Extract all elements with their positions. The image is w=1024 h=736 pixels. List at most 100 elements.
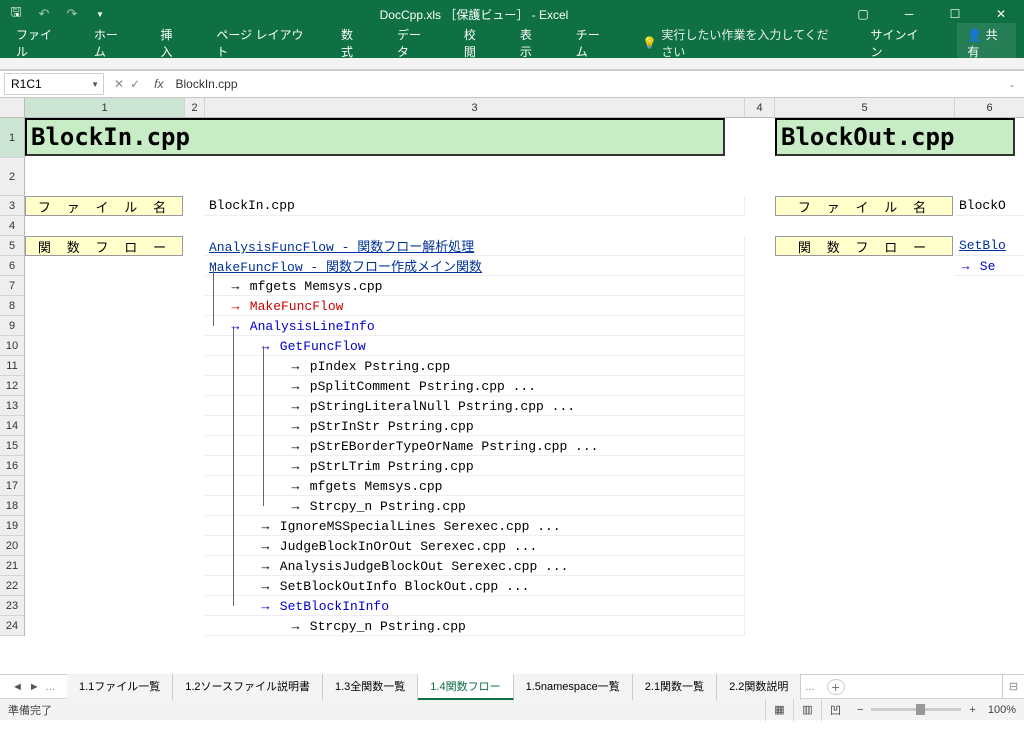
flow-label-right[interactable]: 関 数 フ ロ ー: [775, 236, 953, 256]
flow-item-r5[interactable]: SetBlo: [955, 236, 1024, 256]
flow-item[interactable]: → mfgets Memsys.cpp: [205, 476, 745, 496]
flow-item-r6[interactable]: → Se: [955, 256, 1024, 276]
accept-formula-icon[interactable]: ✓: [130, 77, 140, 91]
row-header[interactable]: 3: [0, 196, 24, 216]
new-sheet-button[interactable]: +: [827, 679, 845, 695]
row-header[interactable]: 14: [0, 416, 24, 436]
flow-item[interactable]: → pSplitComment Pstring.cpp ...: [205, 376, 745, 396]
share-button[interactable]: 👤 共有: [957, 23, 1016, 63]
tab-view[interactable]: 表示: [512, 20, 550, 66]
flow-item[interactable]: → pStrInStr Pstring.cpp: [205, 416, 745, 436]
column-header[interactable]: 4: [745, 98, 775, 117]
chevron-down-icon[interactable]: ▼: [91, 80, 103, 89]
row-header[interactable]: 5: [0, 236, 24, 256]
zoom-level[interactable]: 100%: [988, 704, 1016, 716]
zoom-in-icon[interactable]: +: [969, 704, 975, 716]
fx-icon[interactable]: fx: [146, 77, 171, 91]
flow-item[interactable]: → MakeFuncFlow: [205, 296, 745, 316]
sheet-nav-next-icon[interactable]: ►: [29, 681, 40, 693]
row-header[interactable]: 2: [0, 158, 24, 196]
flow-item[interactable]: → Strcpy_n Pstring.cpp: [205, 496, 745, 516]
undo-icon[interactable]: ↶: [36, 6, 52, 22]
tab-review[interactable]: 校閲: [456, 20, 494, 66]
flow-item[interactable]: → Strcpy_n Pstring.cpp: [205, 616, 745, 636]
sheet-tab[interactable]: 1.1ファイル一覧: [67, 674, 173, 700]
normal-view-icon[interactable]: ▦: [765, 699, 793, 721]
column-headers[interactable]: 123456: [25, 98, 1024, 118]
row-header[interactable]: 16: [0, 456, 24, 476]
sheet-tab[interactable]: 2.1関数一覧: [633, 674, 717, 700]
file-value[interactable]: BlockIn.cpp: [205, 196, 745, 216]
row-header[interactable]: 20: [0, 536, 24, 556]
redo-icon[interactable]: ↷: [64, 6, 80, 22]
row-header[interactable]: 8: [0, 296, 24, 316]
flow-item[interactable]: → SetBlockInInfo: [205, 596, 745, 616]
tab-formulas[interactable]: 数式: [333, 20, 371, 66]
sheet-tab[interactable]: 1.2ソースファイル説明書: [173, 674, 323, 700]
formula-input[interactable]: BlockIn.cpp: [171, 77, 1000, 91]
flow-item[interactable]: → IgnoreMSSpecialLines Serexec.cpp ...: [205, 516, 745, 536]
row-header[interactable]: 6: [0, 256, 24, 276]
file-value-right[interactable]: BlockO: [955, 196, 1024, 216]
tab-page-layout[interactable]: ページ レイアウト: [208, 20, 315, 66]
cancel-formula-icon[interactable]: ✕: [114, 77, 124, 91]
sign-in-link[interactable]: サインイン: [871, 26, 926, 60]
sheet-nav-first-icon[interactable]: ◄: [12, 681, 23, 693]
tab-data[interactable]: データ: [389, 20, 438, 66]
flow-item[interactable]: → pStrEBorderTypeOrName Pstring.cpp ...: [205, 436, 745, 456]
flow-item[interactable]: → GetFuncFlow: [205, 336, 745, 356]
row-header[interactable]: 1: [0, 118, 24, 158]
row-header[interactable]: 22: [0, 576, 24, 596]
row-header[interactable]: 13: [0, 396, 24, 416]
row-header[interactable]: 17: [0, 476, 24, 496]
title-block-right[interactable]: BlockOut.cpp: [775, 118, 1015, 156]
row-header[interactable]: 11: [0, 356, 24, 376]
page-break-view-icon[interactable]: 凹: [821, 699, 849, 721]
row-header[interactable]: 7: [0, 276, 24, 296]
row-header[interactable]: 15: [0, 436, 24, 456]
row-header[interactable]: 24: [0, 616, 24, 636]
name-box[interactable]: R1C1 ▼: [4, 73, 104, 95]
column-header[interactable]: 3: [205, 98, 745, 117]
flow-item[interactable]: → pStringLiteralNull Pstring.cpp ...: [205, 396, 745, 416]
tab-insert[interactable]: 挿入: [152, 20, 190, 66]
row-header[interactable]: 10: [0, 336, 24, 356]
tab-home[interactable]: ホーム: [86, 20, 135, 66]
row-header[interactable]: 23: [0, 596, 24, 616]
horizontal-scroll-icon[interactable]: ⊟: [1002, 675, 1024, 698]
file-label-right[interactable]: フ ァ イ ル 名: [775, 196, 953, 216]
page-layout-view-icon[interactable]: ▥: [793, 699, 821, 721]
sheet-tab[interactable]: 2.2関数説明: [717, 674, 801, 700]
flow-item[interactable]: → pIndex Pstring.cpp: [205, 356, 745, 376]
row-header[interactable]: 18: [0, 496, 24, 516]
tell-me-search[interactable]: 💡 実行したい作業を入力してください: [642, 26, 834, 60]
flow-label[interactable]: 関 数 フ ロ ー: [25, 236, 183, 256]
flow-item[interactable]: AnalysisFuncFlow - 関数フロー解析処理: [205, 236, 745, 256]
tab-file[interactable]: ファイル: [8, 20, 68, 66]
flow-item[interactable]: MakeFuncFlow - 関数フロー作成メイン関数: [205, 256, 745, 276]
zoom-out-icon[interactable]: −: [857, 704, 863, 716]
row-header[interactable]: 12: [0, 376, 24, 396]
row-header[interactable]: 9: [0, 316, 24, 336]
column-header[interactable]: 6: [955, 98, 1024, 117]
column-header[interactable]: 5: [775, 98, 955, 117]
flow-item[interactable]: → JudgeBlockInOrOut Serexec.cpp ...: [205, 536, 745, 556]
flow-item[interactable]: → mfgets Memsys.cpp: [205, 276, 745, 296]
row-header[interactable]: 21: [0, 556, 24, 576]
minimize-button[interactable]: ─: [886, 0, 932, 28]
row-header[interactable]: 4: [0, 216, 24, 236]
select-all-corner[interactable]: [0, 98, 25, 118]
ribbon-display-options[interactable]: ▢: [840, 7, 886, 21]
sheet-tab[interactable]: 1.5namespace一覧: [514, 674, 633, 700]
flow-item[interactable]: → SetBlockOutInfo BlockOut.cpp ...: [205, 576, 745, 596]
flow-item[interactable]: → pStrLTrim Pstring.cpp: [205, 456, 745, 476]
title-block-left[interactable]: BlockIn.cpp: [25, 118, 725, 156]
formula-expand-icon[interactable]: ⌄: [1000, 80, 1024, 89]
sheet-tab[interactable]: 1.3全関数一覧: [323, 674, 418, 700]
sheet-tab[interactable]: 1.4関数フロー: [418, 674, 513, 700]
column-header[interactable]: 1: [25, 98, 185, 117]
flow-item[interactable]: → AnalysisJudgeBlockOut Serexec.cpp ...: [205, 556, 745, 576]
zoom-slider[interactable]: − +: [857, 704, 976, 716]
column-header[interactable]: 2: [185, 98, 205, 117]
row-headers[interactable]: 123456789101112131415161718192021222324: [0, 118, 25, 636]
